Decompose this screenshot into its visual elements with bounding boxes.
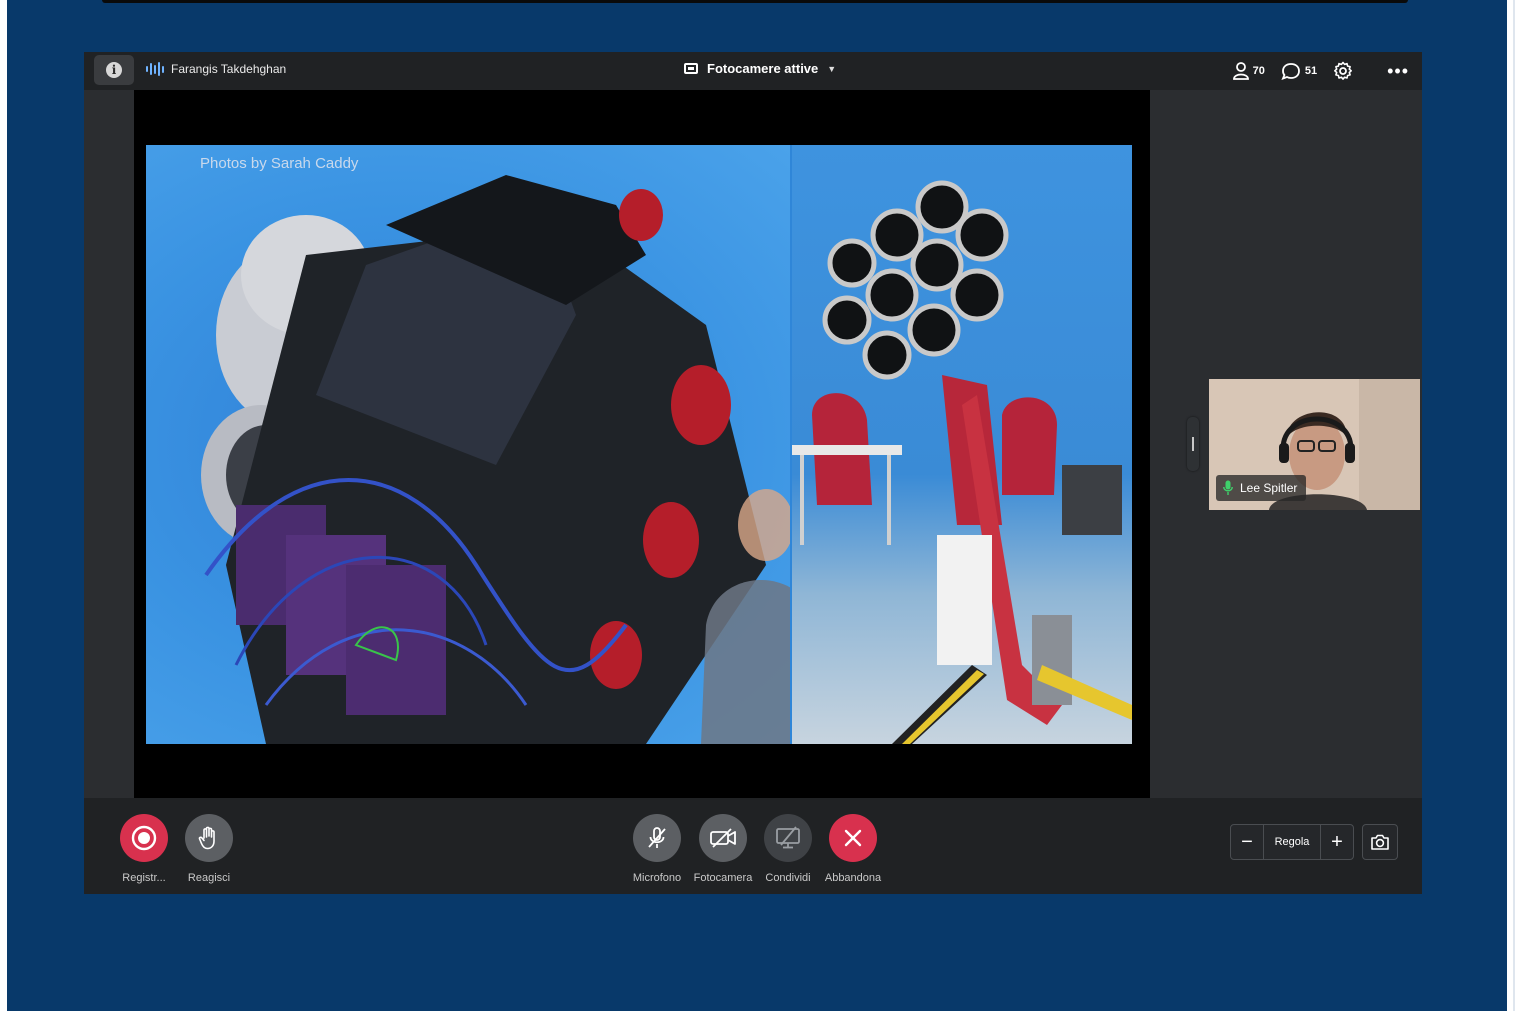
raise-hand-icon bbox=[198, 826, 215, 850]
participant-video-tile[interactable]: Lee Spitler bbox=[1209, 379, 1420, 510]
telescope-array-photo-right bbox=[792, 145, 1132, 744]
telescope-array-photo-left: Photos by Sarah Caddy bbox=[146, 145, 816, 744]
info-icon: i bbox=[106, 62, 122, 78]
microphone-control: Microfono bbox=[626, 814, 688, 884]
participants-button[interactable]: 70 bbox=[1232, 62, 1265, 80]
camera-snapshot-icon bbox=[1371, 834, 1389, 850]
participant-name: Lee Spitler bbox=[1240, 481, 1298, 495]
close-icon bbox=[844, 829, 862, 847]
camera-button[interactable] bbox=[699, 814, 747, 862]
react-button[interactable] bbox=[185, 814, 233, 862]
zoom-controls: − Regola + bbox=[1230, 824, 1354, 860]
microphone-muted-icon bbox=[648, 827, 666, 848]
gear-icon bbox=[1334, 61, 1353, 80]
chat-bubble-icon bbox=[1281, 63, 1300, 80]
zoom-in-button[interactable]: + bbox=[1320, 824, 1354, 860]
top-bar-right: 70 51 ••• bbox=[1232, 52, 1422, 90]
participants-count: 70 bbox=[1252, 65, 1265, 77]
share-label: Condividi bbox=[765, 872, 811, 884]
share-button[interactable] bbox=[764, 814, 812, 862]
react-control: Reagisci bbox=[178, 814, 240, 884]
mounted-telescope-illustration bbox=[792, 180, 1132, 744]
record-control: Registr... bbox=[113, 814, 175, 884]
top-bar: i Farangis Takdehghan Fotocamere attive … bbox=[84, 52, 1422, 90]
share-control: Condividi bbox=[757, 814, 819, 884]
record-button[interactable] bbox=[120, 814, 168, 862]
screen-share-off-icon bbox=[776, 826, 800, 849]
camera-control: Fotocamera bbox=[692, 814, 754, 884]
microphone-active-icon bbox=[1223, 480, 1233, 495]
view-mode-label: Fotocamere attive bbox=[707, 61, 819, 76]
fit-adjust-button[interactable]: Regola bbox=[1264, 824, 1320, 860]
info-button[interactable]: i bbox=[94, 55, 134, 85]
active-speaker-name: Farangis Takdehghan bbox=[171, 62, 287, 76]
view-mode-toggle[interactable]: Fotocamere attive ▼ bbox=[684, 61, 836, 76]
shared-slide: Photos by Sarah Caddy bbox=[146, 145, 1132, 744]
screen-share-stage: Photos by Sarah Caddy bbox=[134, 90, 1150, 798]
settings-button[interactable] bbox=[1333, 61, 1353, 81]
participant-name-tag: Lee Spitler bbox=[1216, 475, 1307, 501]
leave-control: Abbandona bbox=[822, 814, 884, 884]
chat-button[interactable]: 51 bbox=[1281, 62, 1317, 80]
microphone-label: Microfono bbox=[632, 872, 682, 884]
microphone-button[interactable] bbox=[633, 814, 681, 862]
leave-label: Abbandona bbox=[824, 872, 882, 884]
bottom-control-bar: Registr... Reagisci Microfono Fotocamera… bbox=[84, 798, 1422, 894]
react-label: Reagisci bbox=[187, 872, 231, 884]
leave-button[interactable] bbox=[829, 814, 877, 862]
zoom-out-button[interactable]: − bbox=[1230, 824, 1264, 860]
more-options-icon[interactable]: ••• bbox=[1387, 62, 1409, 80]
camera-off-icon bbox=[710, 828, 736, 848]
active-speaker: Farangis Takdehghan bbox=[146, 62, 286, 76]
audio-level-icon bbox=[146, 62, 164, 76]
meeting-window: i Farangis Takdehghan Fotocamere attive … bbox=[84, 52, 1422, 894]
video-camera-icon bbox=[684, 63, 698, 74]
stage-area: Photos by Sarah Caddy bbox=[84, 90, 1201, 798]
camera-array-illustration bbox=[201, 175, 816, 744]
panel-collapse-handle[interactable] bbox=[1187, 417, 1199, 471]
record-icon bbox=[131, 825, 157, 851]
camera-label: Fotocamera bbox=[693, 872, 753, 884]
chat-count: 51 bbox=[1304, 65, 1318, 77]
top-strip bbox=[102, 0, 1408, 3]
right-edge bbox=[1513, 0, 1515, 1011]
photo-credit: Photos by Sarah Caddy bbox=[200, 155, 359, 172]
record-label: Registr... bbox=[122, 872, 166, 884]
person-icon bbox=[1232, 62, 1249, 80]
snapshot-button[interactable] bbox=[1362, 824, 1398, 860]
chevron-down-icon: ▼ bbox=[827, 63, 837, 74]
